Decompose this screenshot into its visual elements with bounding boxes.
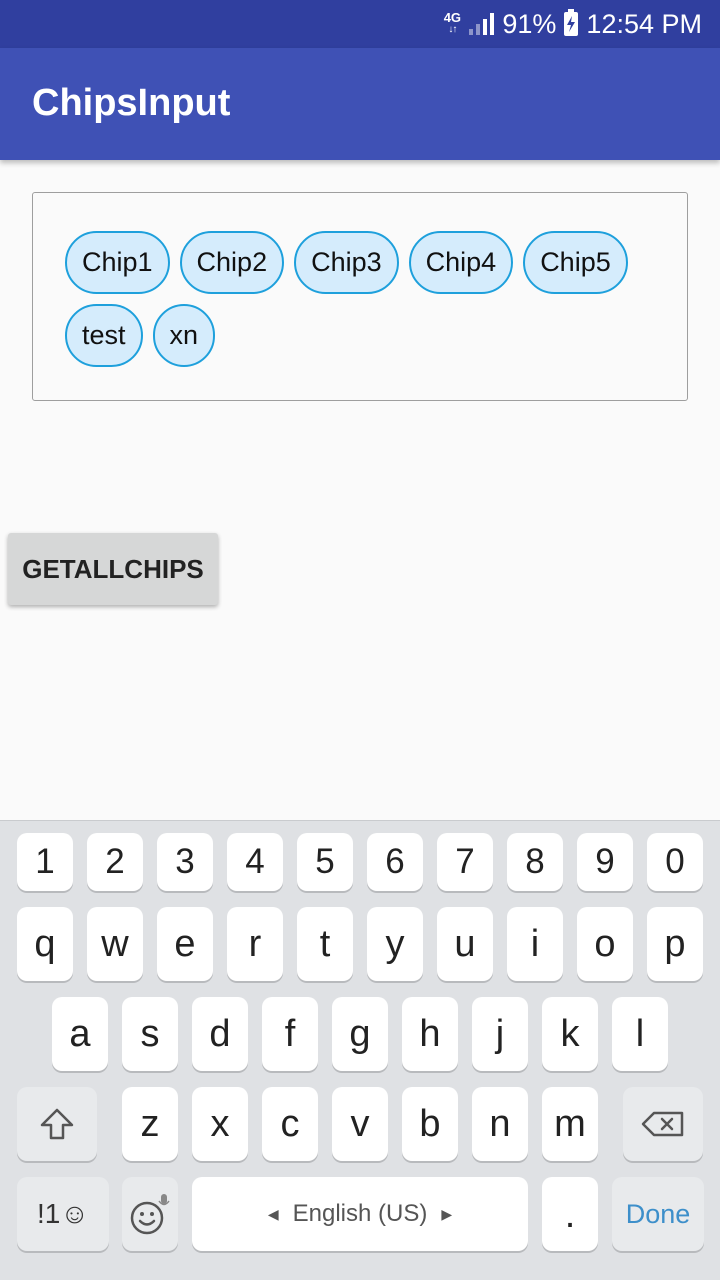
key-3[interactable]: 3 (157, 833, 213, 891)
shift-key[interactable] (17, 1087, 97, 1161)
key-p[interactable]: p (647, 907, 703, 981)
app-title: ChipsInput (32, 82, 231, 124)
clock: 12:54 PM (586, 8, 702, 39)
key-m[interactable]: m (542, 1087, 598, 1161)
network-4g-icon: 4G ↓↑ (443, 10, 462, 35)
chip[interactable]: test (65, 304, 143, 367)
key-c[interactable]: c (262, 1087, 318, 1161)
chip[interactable]: xn (152, 304, 216, 367)
language-right-icon: ▶ (441, 1205, 453, 1222)
key-9[interactable]: 9 (577, 833, 633, 891)
period-key[interactable]: . (542, 1177, 598, 1251)
chip[interactable]: Chip2 (179, 231, 285, 294)
chip[interactable]: Chip4 (408, 231, 514, 294)
chip[interactable]: Chip1 (65, 231, 170, 294)
key-s[interactable]: s (122, 997, 178, 1071)
chips-input-field[interactable]: Chip1 Chip2 Chip3 Chip4 Chip5 test xn (32, 192, 688, 401)
key-2[interactable]: 2 (87, 833, 143, 891)
mic-icon (158, 1194, 170, 1206)
signal-icon (469, 13, 495, 35)
emoji-key[interactable] (122, 1177, 178, 1251)
space-key-label: English (US) (292, 1200, 428, 1227)
space-key[interactable]: ◀ English (US) ▶ (192, 1177, 528, 1251)
key-r[interactable]: r (227, 907, 283, 981)
key-8[interactable]: 8 (507, 833, 563, 891)
battery-charging-icon (564, 9, 579, 36)
key-h[interactable]: h (402, 997, 458, 1071)
key-a[interactable]: a (52, 997, 108, 1071)
key-u[interactable]: u (437, 907, 493, 981)
key-4[interactable]: 4 (227, 833, 283, 891)
symbols-key-label: !1☺ (37, 1198, 89, 1229)
key-g[interactable]: g (332, 997, 388, 1071)
key-x[interactable]: x (192, 1087, 248, 1161)
key-7[interactable]: 7 (437, 833, 493, 891)
get-all-chips-button[interactable]: GETALLCHIPS (8, 533, 218, 605)
key-d[interactable]: d (192, 997, 248, 1071)
key-y[interactable]: y (367, 907, 423, 981)
status-icons: 4G ↓↑ 91% 12:54 PM (443, 0, 702, 48)
symbols-key[interactable]: !1☺ (17, 1177, 109, 1251)
key-v[interactable]: v (332, 1087, 388, 1161)
key-w[interactable]: w (87, 907, 143, 981)
chips-list: Chip1 Chip2 Chip3 Chip4 Chip5 test xn (65, 231, 665, 367)
chip[interactable]: Chip3 (294, 231, 399, 294)
key-6[interactable]: 6 (367, 833, 423, 891)
key-l[interactable]: l (612, 997, 668, 1071)
key-j[interactable]: j (472, 997, 528, 1071)
key-b[interactable]: b (402, 1087, 458, 1161)
backspace-icon (641, 1111, 684, 1137)
language-left-icon: ◀ (267, 1205, 279, 1222)
app-bar: ChipsInput (0, 48, 720, 160)
key-o[interactable]: o (577, 907, 633, 981)
status-bar: 4G ↓↑ 91% 12:54 PM (0, 0, 720, 48)
key-k[interactable]: k (542, 997, 598, 1071)
key-q[interactable]: q (17, 907, 73, 981)
key-z[interactable]: z (122, 1087, 178, 1161)
emoji-icon (130, 1194, 170, 1235)
key-i[interactable]: i (507, 907, 563, 981)
key-e[interactable]: e (157, 907, 213, 981)
key-1[interactable]: 1 (17, 833, 73, 891)
done-key[interactable]: Done (612, 1177, 704, 1251)
backspace-key[interactable] (623, 1087, 703, 1161)
key-f[interactable]: f (262, 997, 318, 1071)
soft-keyboard: 1 2 3 4 5 6 7 8 9 0 q w e r t y u i o p … (0, 820, 720, 1280)
battery-percent: 91% (502, 8, 557, 39)
key-5[interactable]: 5 (297, 833, 353, 891)
key-0[interactable]: 0 (647, 833, 703, 891)
shift-icon (40, 1108, 74, 1140)
key-n[interactable]: n (472, 1087, 528, 1161)
chip[interactable]: Chip5 (523, 231, 628, 294)
key-t[interactable]: t (297, 907, 353, 981)
done-key-label: Done (625, 1198, 691, 1229)
